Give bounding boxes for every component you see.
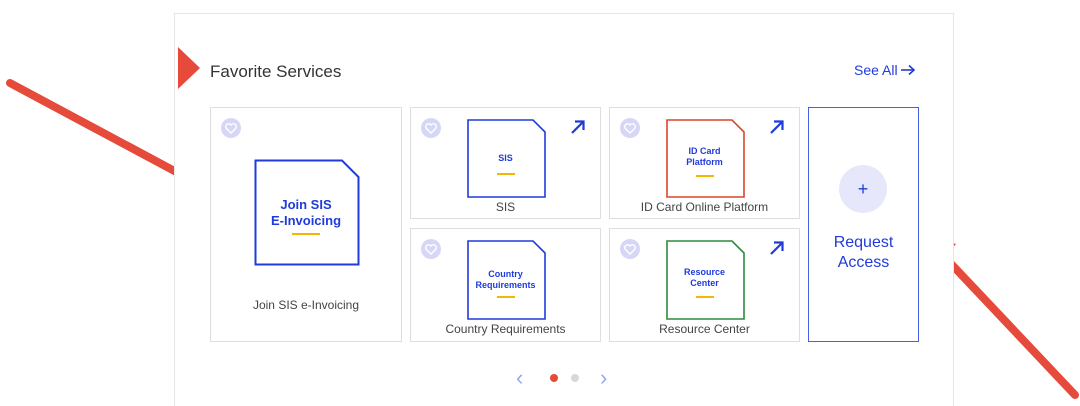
document-label-line2: Center xyxy=(690,278,719,289)
document-underline xyxy=(496,173,515,175)
next-page-chevron-icon[interactable]: › xyxy=(600,365,607,391)
service-card-sis[interactable]: SIS SIS xyxy=(410,107,601,219)
service-card-caption: Country Requirements xyxy=(445,322,566,336)
prev-page-chevron-icon[interactable]: ‹ xyxy=(516,365,523,391)
page-dot[interactable] xyxy=(571,374,579,382)
request-access-label-line1: Request xyxy=(833,234,894,251)
see-all-label: See All xyxy=(854,62,898,78)
document-label-line2: E-Invoicing xyxy=(270,213,342,229)
favorite-heart-icon[interactable] xyxy=(421,239,441,259)
document-label-line2: Platform xyxy=(686,157,723,168)
favorite-heart-icon[interactable] xyxy=(620,239,640,259)
document-label-line1: Resource xyxy=(683,267,726,277)
document-label-line1: Country xyxy=(488,269,523,279)
document-label-line1: ID Card xyxy=(688,146,721,156)
external-link-icon[interactable] xyxy=(569,118,587,136)
document-underline xyxy=(292,233,320,235)
carousel-pager: ‹ › xyxy=(516,365,612,391)
favorite-heart-icon[interactable] xyxy=(620,118,640,138)
request-access-label-line2: Access xyxy=(837,254,890,271)
plus-icon: + xyxy=(839,165,887,213)
service-card-caption: Join SIS e-Invoicing xyxy=(252,298,360,312)
external-link-icon[interactable] xyxy=(768,239,786,257)
service-card-id-card-online-platform[interactable]: ID Card Platform ID Card Online Platform xyxy=(609,107,800,219)
document-label-line1: SIS xyxy=(498,153,513,163)
service-card-country-requirements[interactable]: Country Requirements Country Requirement… xyxy=(410,228,601,342)
section-title: Favorite Services xyxy=(210,62,342,81)
favorite-heart-icon[interactable] xyxy=(421,118,441,138)
page-dot-active[interactable] xyxy=(550,374,558,382)
service-card-caption: Resource Center xyxy=(659,322,750,336)
service-card-caption: ID Card Online Platform xyxy=(640,200,769,214)
document-underline xyxy=(695,296,714,298)
document-underline xyxy=(496,296,515,298)
service-card-resource-center[interactable]: Resource Center Resource Center xyxy=(609,228,800,342)
see-all-link[interactable]: See All xyxy=(854,62,916,78)
external-link-icon[interactable] xyxy=(768,118,786,136)
service-card-caption: SIS xyxy=(495,200,516,214)
section-flag-marker xyxy=(178,47,200,89)
request-access-button[interactable]: + Request Access xyxy=(808,107,919,342)
document-underline xyxy=(695,175,714,177)
favorite-heart-icon[interactable] xyxy=(221,118,241,138)
document-label-line2: Requirements xyxy=(475,280,536,291)
document-label-line1: Join SIS xyxy=(280,197,332,212)
arrow-right-icon xyxy=(900,64,915,76)
service-card-join-sis-e-invoicing[interactable]: Join SIS E-Invoicing Join SIS e-Invoicin… xyxy=(210,107,402,342)
